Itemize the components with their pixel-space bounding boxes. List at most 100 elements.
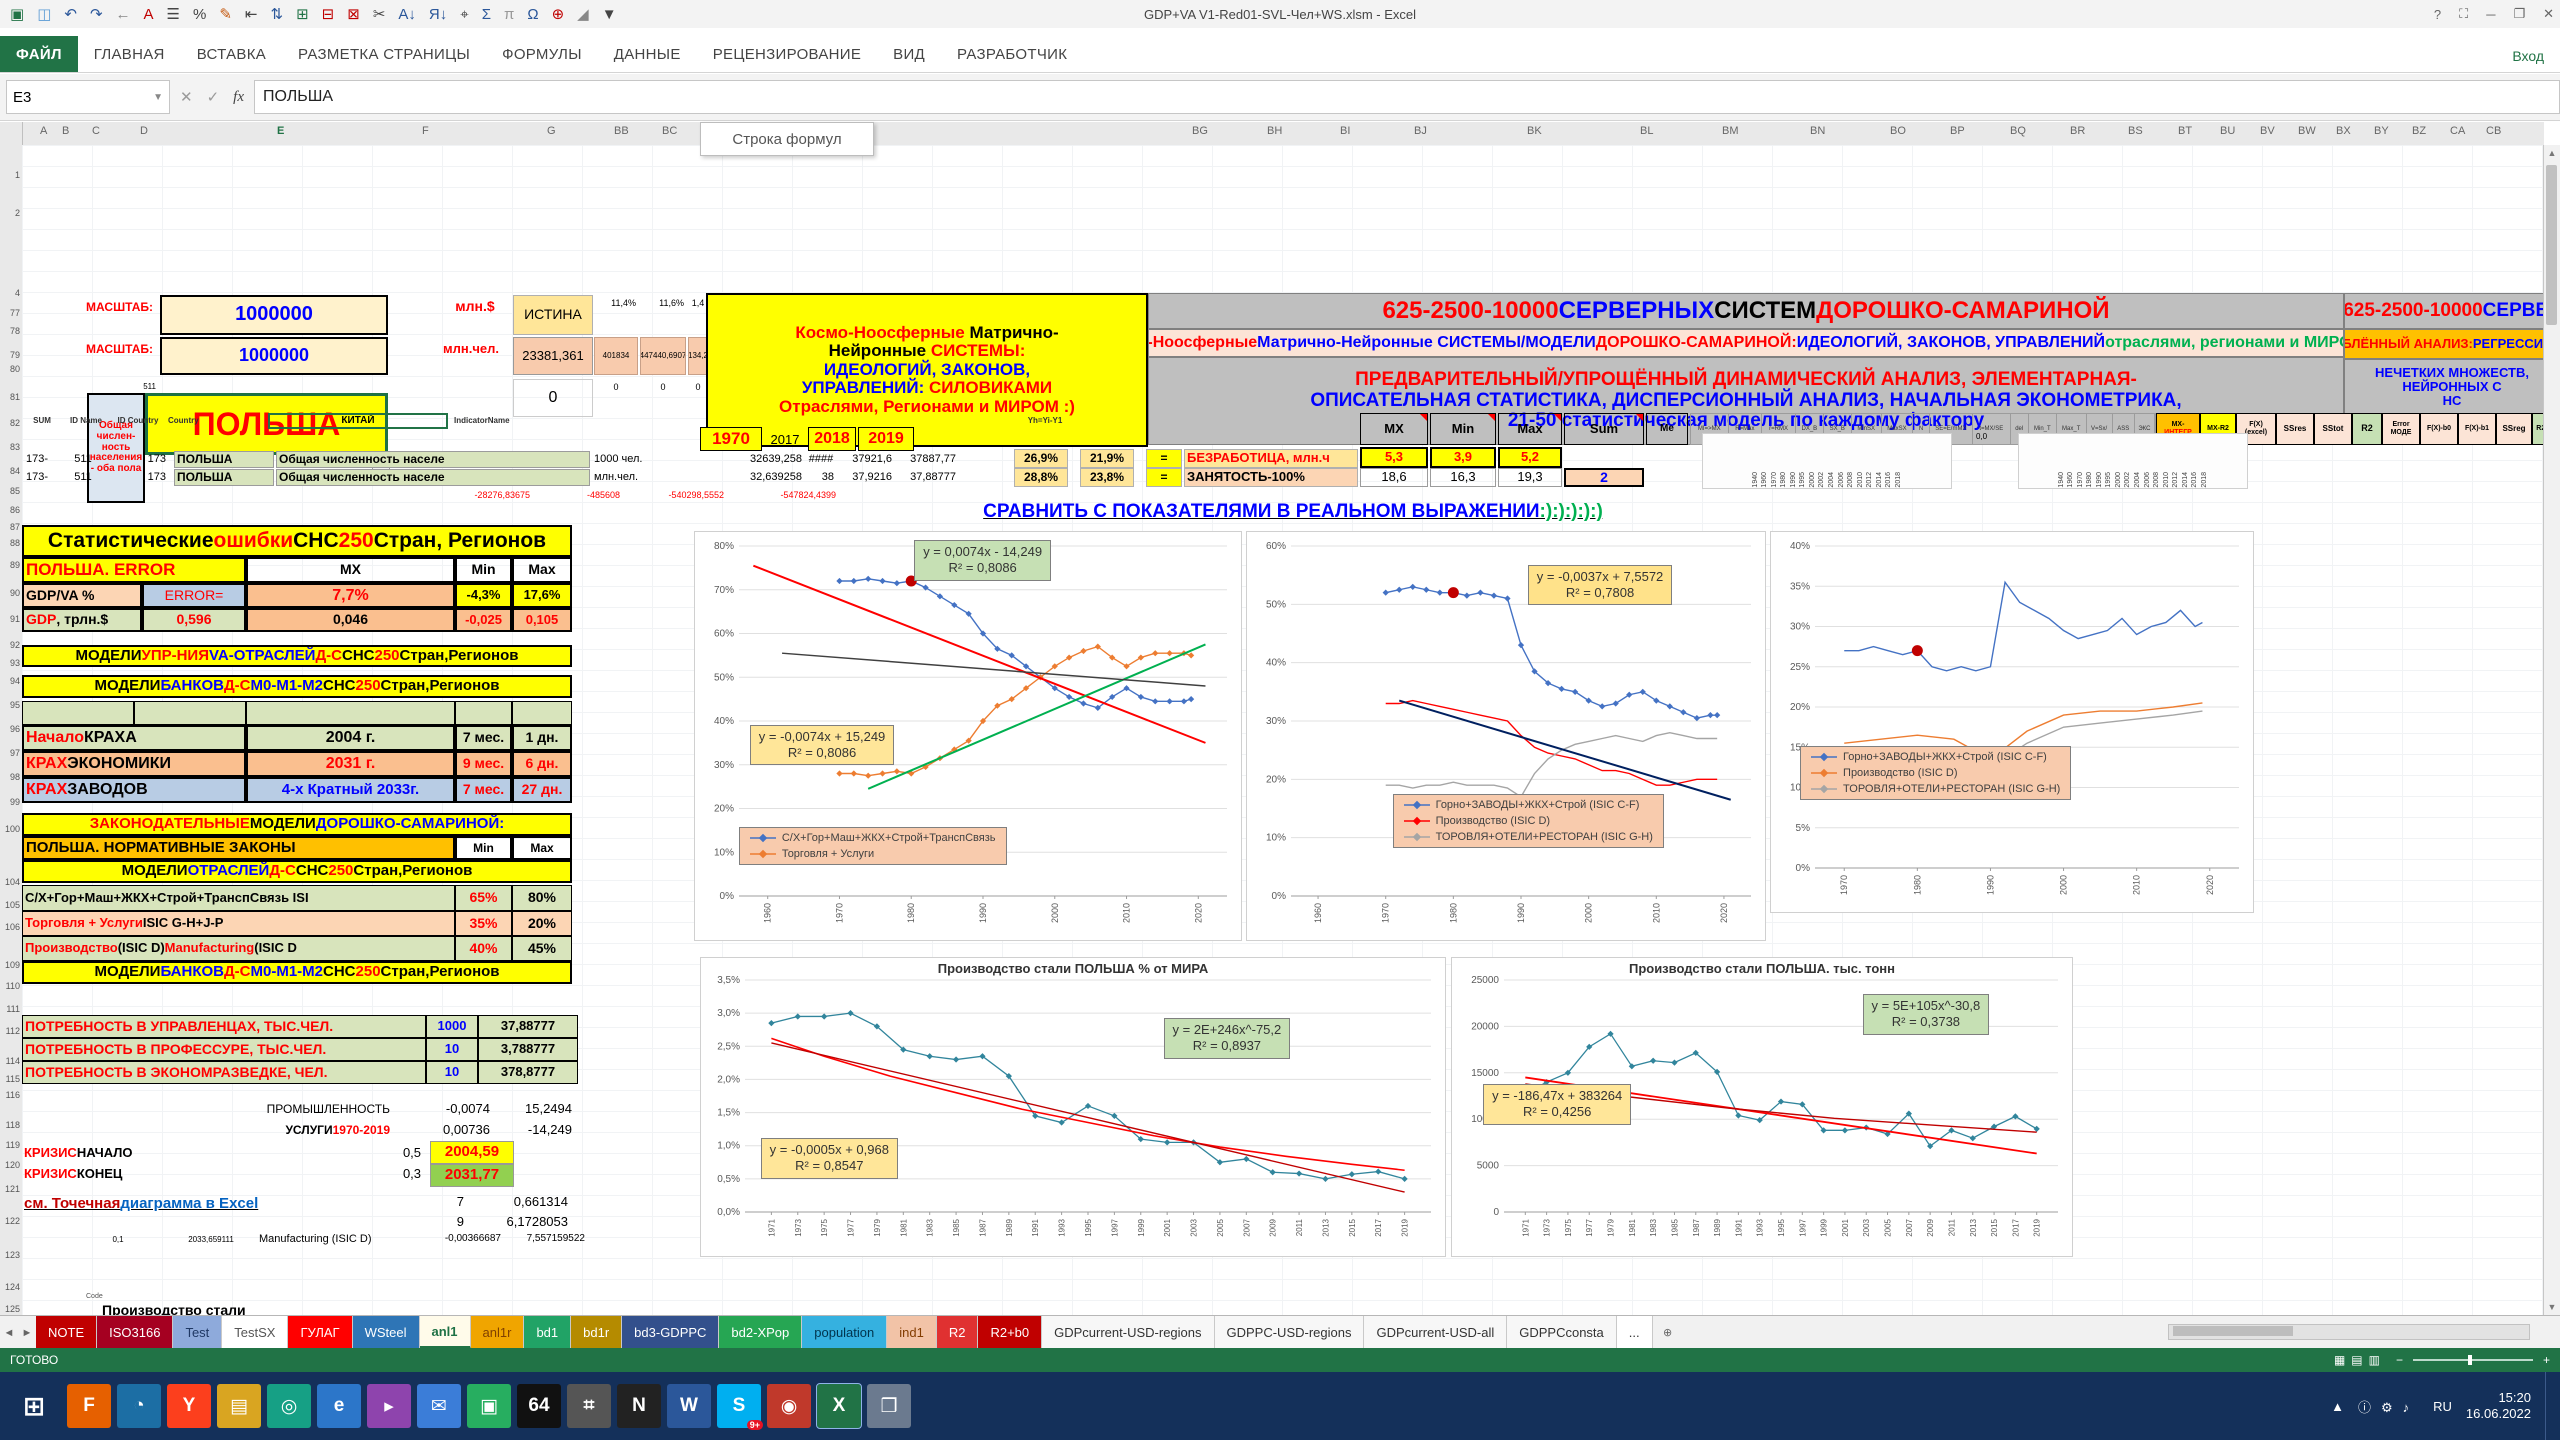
minimize-icon[interactable]: ─	[2486, 7, 2495, 22]
row-number[interactable]: 93	[10, 658, 20, 668]
show-desktop-button[interactable]	[2545, 1372, 2552, 1440]
grid-cell[interactable]: 37,9216	[838, 469, 894, 486]
sheet-tab-ГУЛАГ[interactable]: ГУЛАГ	[288, 1316, 352, 1349]
scroll-down-icon[interactable]: ▼	[2544, 1299, 2560, 1315]
grid-cell[interactable]: ID Country	[112, 415, 164, 428]
browser-yandex-icon[interactable]: Y	[167, 1384, 211, 1428]
grid-cell[interactable]: 23,8%	[1080, 468, 1134, 487]
qat-icon-21[interactable]: ⊕	[552, 7, 565, 22]
server-banner-right[interactable]: 625-2500-10000 СЕРВЕР	[2344, 293, 2560, 329]
row-number[interactable]: 88	[10, 538, 20, 548]
row-number[interactable]: 116	[6, 1090, 20, 1100]
qat-icon-13[interactable]: ⊠	[347, 7, 360, 22]
va-models-banner[interactable]: МОДЕЛИ УПР-НИЯ VA-ОТРАСЛЕЙ Д-С СНС 250 С…	[22, 645, 572, 667]
grid-cell[interactable]: 37921,6	[838, 451, 894, 468]
row-number[interactable]: 83	[10, 442, 20, 452]
grid-cell[interactable]: 16,3	[1430, 468, 1496, 487]
row-number[interactable]: 92	[10, 640, 20, 650]
grid-cell[interactable]: SUM	[24, 415, 60, 428]
qat-icon-5[interactable]: A	[144, 7, 154, 22]
row-number[interactable]: 125	[5, 1304, 20, 1314]
row-number[interactable]: 91	[10, 614, 20, 624]
row-number[interactable]: 2	[15, 208, 20, 218]
browser-ie-icon[interactable]: e	[317, 1384, 361, 1428]
app-window-icon[interactable]: ❒	[867, 1384, 911, 1428]
column-letter[interactable]: BJ	[1414, 125, 1427, 137]
istina-cell[interactable]: ИСТИНА	[513, 295, 593, 335]
ribbon-tab-главная[interactable]: ГЛАВНАЯ	[78, 36, 181, 72]
grid-cell[interactable]: 1970	[700, 427, 762, 451]
grid-cell[interactable]: ПОЛЬША	[174, 451, 274, 468]
grid-cell[interactable]: 2031 г.	[246, 751, 455, 777]
grid-cell[interactable]: 0,00736	[420, 1121, 492, 1139]
column-headers[interactable]: ABCDEFGBBBCBDBGBHBIBJBKBLBMBNBOBPBQBRBSB…	[22, 122, 2544, 146]
grid-cell[interactable]: 0	[688, 381, 708, 395]
qat-icon-14[interactable]: ✂	[373, 7, 386, 22]
row-number[interactable]: 82	[10, 418, 20, 428]
row-number[interactable]: 114	[6, 1056, 20, 1066]
row-number[interactable]: 118	[6, 1120, 20, 1130]
grid-cell[interactable]: SStot	[2314, 413, 2352, 445]
grid-cell[interactable]: 32639,258	[658, 451, 804, 468]
grid-cell[interactable]: 0,661314	[470, 1193, 570, 1211]
grid-cell[interactable]: F(X)-b1	[2458, 413, 2496, 445]
grid-cell[interactable]: 20%	[512, 911, 572, 936]
grid-cell[interactable]: MX	[1360, 413, 1428, 445]
sheet-tab-...[interactable]: ...	[1617, 1316, 1653, 1349]
grid-cell[interactable]: 4-х Кратный 2033г.	[246, 777, 455, 803]
grid-cell[interactable]: 173	[128, 451, 168, 468]
grid-cell[interactable]: 7 мес.	[455, 725, 512, 751]
grid-cell[interactable]: 511	[64, 469, 102, 486]
scroll-up-icon[interactable]: ▲	[2544, 145, 2560, 161]
grid-cell[interactable]: -14,249	[496, 1121, 574, 1139]
qat-icon-3[interactable]: ↷	[90, 7, 103, 22]
sheet-tab-GDPcurrent-USD-all[interactable]: GDPcurrent-USD-all	[1364, 1316, 1507, 1349]
row-number[interactable]: 87	[10, 522, 20, 532]
grid-cell[interactable]: 35%	[455, 911, 512, 936]
grid-cell[interactable]: 0	[513, 379, 593, 417]
grid-cell[interactable]: Yh=Yi-Y1	[1000, 415, 1090, 428]
bank-models-banner-2[interactable]: МОДЕЛИ БАНКОВ Д-С M0-M1-M2 СНС 250 Стран…	[22, 961, 572, 984]
grid-cell[interactable]: Country	[166, 415, 266, 428]
grid-cell[interactable]	[455, 701, 512, 725]
word-icon[interactable]: W	[667, 1384, 711, 1428]
grid-cell[interactable]: 0,3	[396, 1164, 428, 1185]
grid-cell[interactable]: КРИЗИС НАЧАЛО	[22, 1143, 222, 1164]
column-letter[interactable]: BQ	[2010, 125, 2026, 137]
qat-icon-22[interactable]: ◢	[577, 7, 589, 22]
grid-cell[interactable]: 173-	[24, 469, 62, 486]
grid-cell[interactable]: 45%	[512, 936, 572, 961]
grid-cell[interactable]: 1 дн.	[512, 725, 572, 751]
ribbon-tab-вид[interactable]: ВИД	[877, 36, 941, 72]
skype-icon[interactable]: S9+	[717, 1384, 761, 1428]
tray-expand-icon[interactable]: ▲	[2331, 1399, 2344, 1414]
column-letter[interactable]: BU	[2220, 125, 2235, 137]
grid-cell[interactable]: 0,0	[1974, 431, 2004, 443]
grid-cell[interactable]: Code	[84, 1291, 124, 1302]
grid-cell[interactable]: -0,00366687	[427, 1231, 503, 1248]
row-number[interactable]: 77	[10, 308, 20, 318]
row-number[interactable]: 97	[10, 748, 20, 758]
sheet-tab-R2[interactable]: R2	[937, 1316, 979, 1349]
chart-steel-share[interactable]: 0,0%0,5%1,0%1,5%2,0%2,5%3,0%3,5%19711973…	[700, 957, 1446, 1257]
grid-cell[interactable]: ErrorМОДЕ	[2382, 413, 2420, 445]
app-circle-icon[interactable]: ◔	[117, 1384, 161, 1428]
zoom-out-icon[interactable]: −	[2396, 1353, 2403, 1367]
tray-icon-1[interactable]: ⚙	[2381, 1400, 2393, 1415]
equation-label[interactable]: y = -0,0037x + 7,5572R² = 0,7808	[1528, 565, 1672, 606]
qat-icon-19[interactable]: π	[504, 7, 514, 22]
grid-cell[interactable]: 2004 г.	[246, 725, 455, 751]
grid-cell[interactable]: КРИЗИС КОНЕЦ	[22, 1164, 222, 1185]
population-caption[interactable]: Общаячислен-ностьнаселения- оба пола	[87, 393, 145, 503]
column-letter[interactable]: BX	[2336, 125, 2351, 137]
row-number[interactable]: 85	[10, 486, 20, 496]
qat-icon-0[interactable]: ▣	[10, 7, 24, 22]
column-letter[interactable]: BZ	[2412, 125, 2426, 137]
branch-models-banner[interactable]: МОДЕЛИ ОТРАСЛЕЙ Д-С СНС 250 Стран,Регион…	[22, 860, 572, 883]
view-icon-1[interactable]: ▤	[2351, 1353, 2362, 1367]
scale-label-1[interactable]: МАСШТАБ:	[60, 297, 155, 317]
grid-cell[interactable]: БЕЗРАБОТИЦА, млн.ч	[1184, 449, 1358, 468]
grid-cell[interactable]: ПОЛЬША. НОРМАТИВНЫЕ ЗАКОНЫ	[22, 836, 455, 860]
grid-cell[interactable]: 7,7%	[246, 583, 455, 608]
column-letter[interactable]: BW	[2298, 125, 2316, 137]
